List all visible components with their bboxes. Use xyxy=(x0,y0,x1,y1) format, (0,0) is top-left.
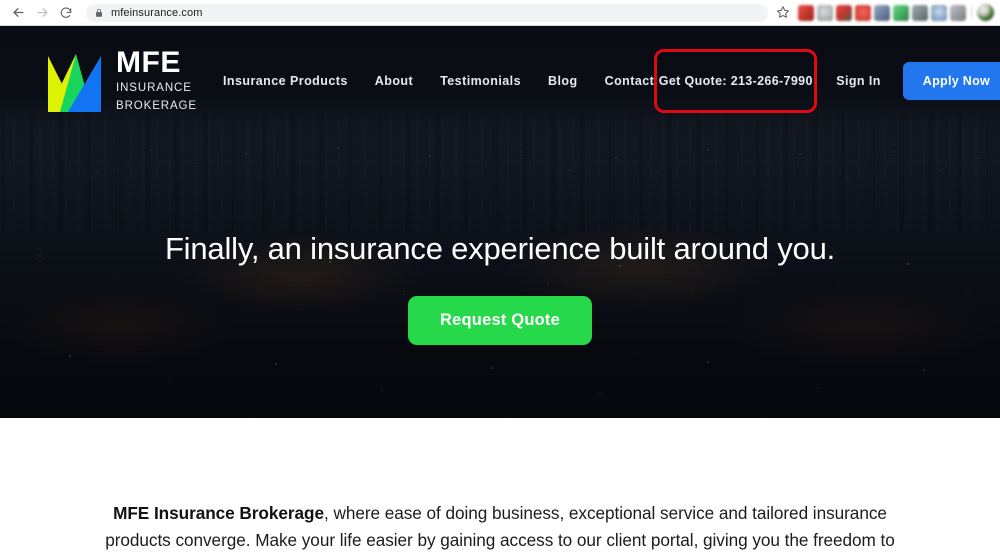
intro-lead: MFE Insurance Brokerage xyxy=(113,503,324,523)
brand-line-2: BROKERAGE xyxy=(116,100,197,113)
nav-insurance-products[interactable]: Insurance Products xyxy=(223,74,348,88)
intro-paragraph: MFE Insurance Brokerage, where ease of d… xyxy=(100,500,900,559)
header-actions: Get Quote: 213-266-7990 Sign In Apply No… xyxy=(654,49,1000,113)
get-quote-highlight: Get Quote: 213-266-7990 xyxy=(654,49,818,113)
apply-now-button[interactable]: Apply Now xyxy=(902,62,1000,100)
extension-icon-9[interactable] xyxy=(950,4,966,21)
sign-in-link[interactable]: Sign In xyxy=(836,74,880,88)
nav-contact[interactable]: Contact xyxy=(605,74,655,88)
star-icon[interactable] xyxy=(776,5,792,21)
lock-icon xyxy=(94,8,104,18)
mfe-logo-mark xyxy=(48,54,101,112)
brand-name: MFE xyxy=(116,45,181,79)
brand-text: MFE INSURANCE BROKERAGE xyxy=(116,45,197,115)
site-header: MFE INSURANCE BROKERAGE Insurance Produc… xyxy=(0,26,1000,136)
hero-section: MFE INSURANCE BROKERAGE Insurance Produc… xyxy=(0,26,1000,418)
browser-toolbar: mfeinsurance.com xyxy=(0,0,1000,26)
extension-icon-5[interactable] xyxy=(874,4,890,21)
extension-icon-1[interactable] xyxy=(798,4,814,21)
brand-line-1: INSURANCE xyxy=(116,82,192,95)
nav-about[interactable]: About xyxy=(375,74,413,88)
get-quote-link[interactable]: Get Quote: 213-266-7990 xyxy=(659,74,813,88)
request-quote-button[interactable]: Request Quote xyxy=(408,295,592,345)
extension-icon-4[interactable] xyxy=(855,4,871,21)
page-viewport: MFE INSURANCE BROKERAGE Insurance Produc… xyxy=(0,26,1000,559)
url-text: mfeinsurance.com xyxy=(111,6,203,19)
main-navigation: Insurance Products About Testimonials Bl… xyxy=(223,74,654,88)
forward-arrow-icon[interactable] xyxy=(30,1,54,25)
extension-icon-2[interactable] xyxy=(817,4,833,21)
brand-logo[interactable]: MFE INSURANCE BROKERAGE xyxy=(46,45,197,115)
intro-section: MFE Insurance Brokerage, where ease of d… xyxy=(0,418,1000,559)
nav-testimonials[interactable]: Testimonials xyxy=(440,74,521,88)
profile-avatar[interactable] xyxy=(977,4,994,21)
extension-icon-3[interactable] xyxy=(836,4,852,21)
extensions-tray xyxy=(792,4,994,21)
address-bar[interactable]: mfeinsurance.com xyxy=(86,3,768,22)
extension-icon-7[interactable] xyxy=(912,4,928,21)
extension-icon-8[interactable] xyxy=(931,4,947,21)
toolbar-divider xyxy=(971,6,972,19)
extension-icon-6[interactable] xyxy=(893,4,909,21)
nav-blog[interactable]: Blog xyxy=(548,74,578,88)
reload-icon[interactable] xyxy=(54,1,78,25)
back-arrow-icon[interactable] xyxy=(6,1,30,25)
hero-headline: Finally, an insurance experience built a… xyxy=(164,231,836,266)
